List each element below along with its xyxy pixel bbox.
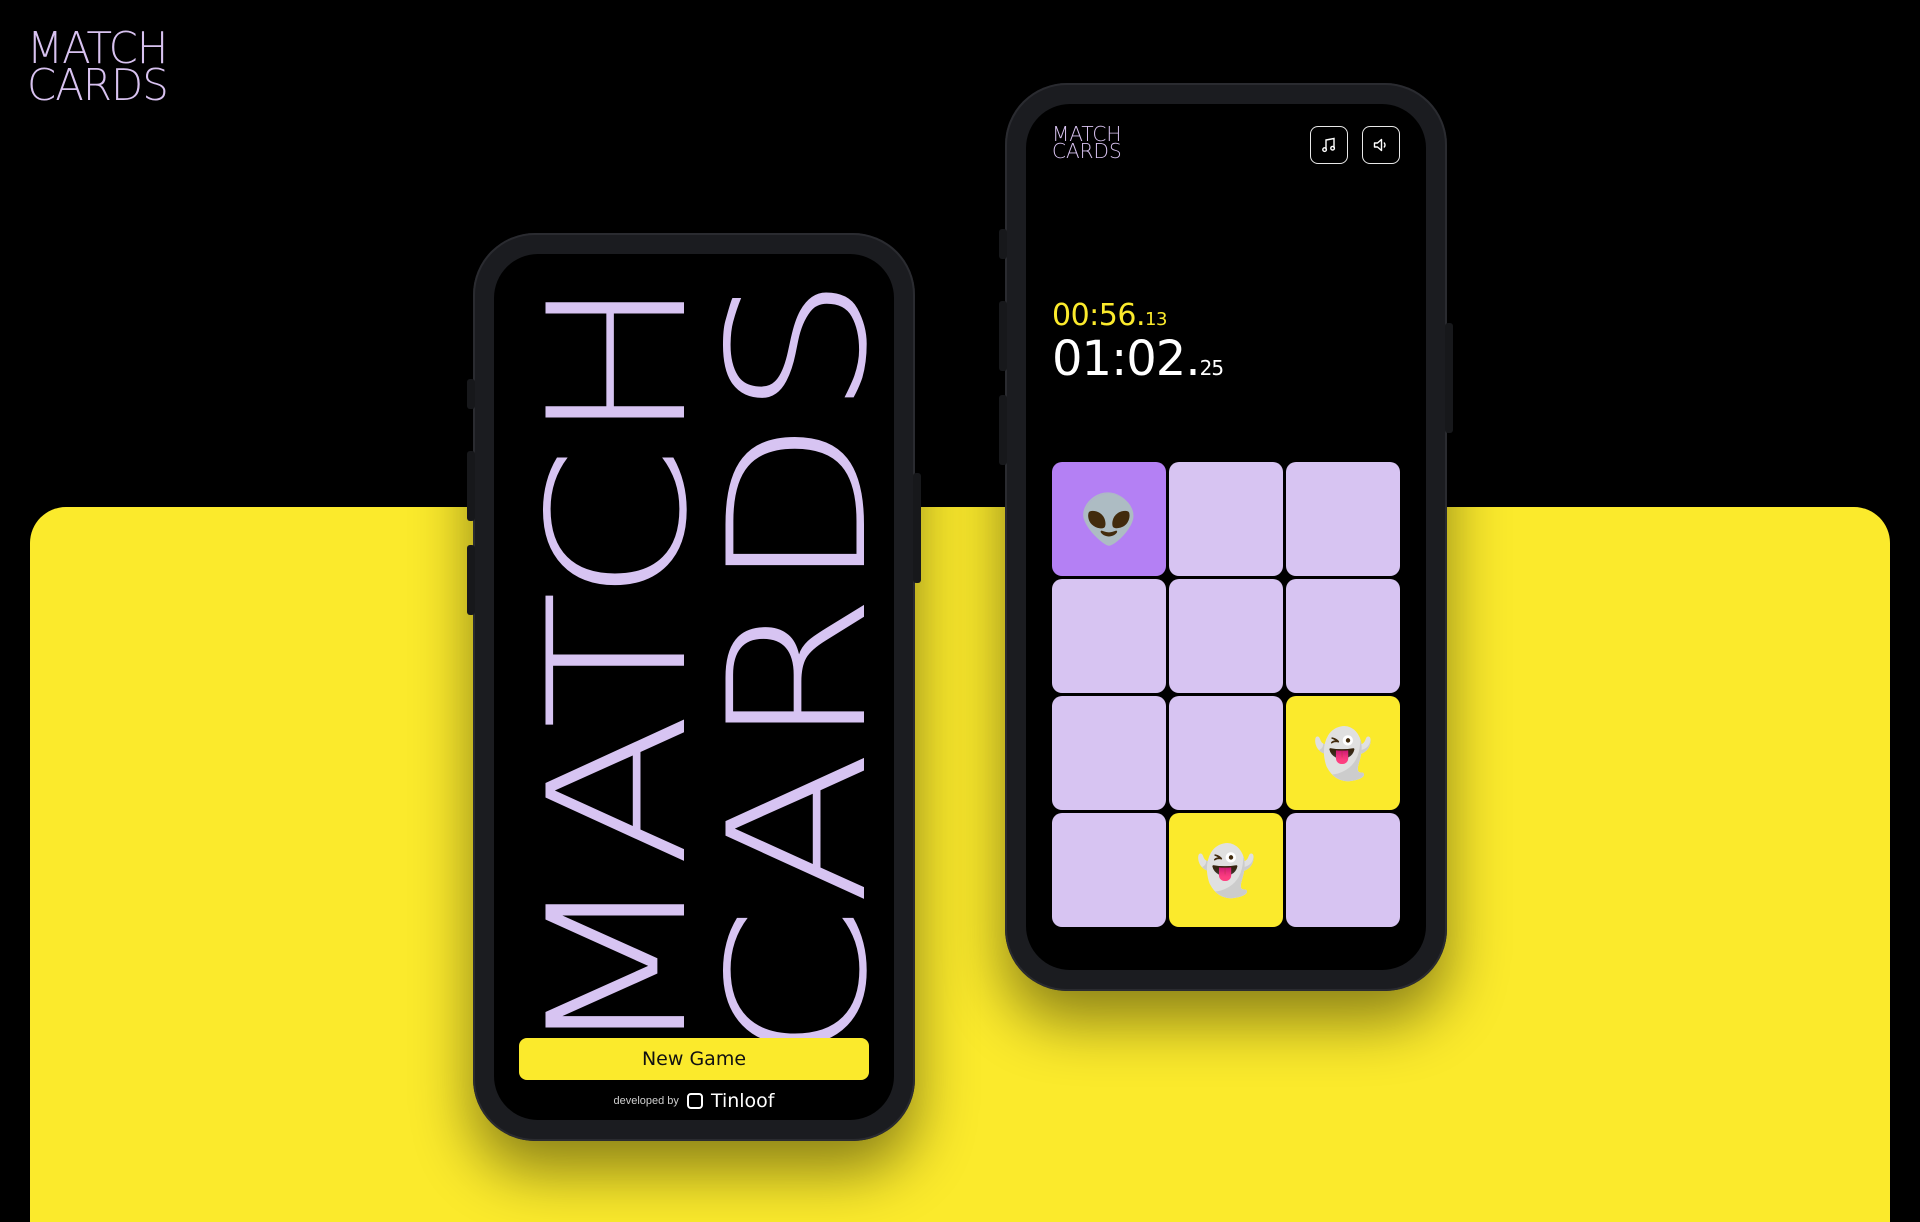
card-grid: 👽 👻 👻: [1052, 462, 1402, 932]
current-time-main: 01:02.: [1052, 331, 1201, 387]
title-screen: MATCH CARDS New Game developed by Tinloo…: [494, 254, 894, 1120]
best-time: 00:56.13: [1052, 298, 1167, 333]
card[interactable]: [1286, 462, 1400, 576]
game-logo-line2: CARDS: [1052, 139, 1122, 163]
card[interactable]: [1169, 579, 1283, 693]
sound-toggle-button[interactable]: [1362, 126, 1400, 164]
developer-credit[interactable]: developed by Tinloof: [494, 1087, 894, 1115]
card[interactable]: 👻: [1286, 696, 1400, 810]
phone-volume-down-button: [467, 545, 475, 615]
music-note-icon: [1322, 137, 1336, 153]
phone-volume-up-button: [999, 301, 1007, 371]
yellow-backdrop: [30, 507, 1890, 1222]
best-time-fraction: 13: [1145, 309, 1167, 330]
card[interactable]: 👻: [1169, 813, 1283, 927]
phone-game-screen: MATCH CARDS 00:56.13 01:02.25 👽 👻 👻: [999, 83, 1453, 991]
brand-logo-line2: CARDS: [27, 60, 169, 111]
card[interactable]: [1286, 813, 1400, 927]
vertical-title: MATCH CARDS: [508, 274, 894, 1064]
phone-side-button: [999, 229, 1007, 259]
card-emoji: 👻: [1196, 844, 1256, 898]
card-emoji: 👻: [1313, 727, 1373, 781]
card[interactable]: [1052, 579, 1166, 693]
tinloof-logo-icon: [686, 1093, 703, 1109]
card[interactable]: 👽: [1052, 462, 1166, 576]
developed-by-label: developed by: [613, 1095, 679, 1107]
card[interactable]: [1169, 462, 1283, 576]
phone-volume-up-button: [467, 451, 475, 521]
brand-logo: MATCH CARDS: [27, 27, 169, 111]
game-logo: MATCH CARDS: [1052, 124, 1122, 163]
card[interactable]: [1052, 696, 1166, 810]
phone-volume-down-button: [999, 395, 1007, 465]
phone-power-button: [913, 473, 921, 583]
title-word-cards: CARDS: [688, 274, 894, 1064]
developer-name[interactable]: Tinloof: [711, 1090, 775, 1112]
current-time: 01:02.25: [1052, 331, 1224, 387]
phone-side-button: [467, 379, 475, 409]
card[interactable]: [1052, 813, 1166, 927]
speaker-icon: [1373, 138, 1386, 152]
best-time-main: 00:56.: [1052, 298, 1146, 333]
current-time-fraction: 25: [1199, 356, 1224, 380]
game-screen: MATCH CARDS 00:56.13 01:02.25 👽 👻 👻: [1026, 104, 1426, 970]
music-toggle-button[interactable]: [1310, 126, 1348, 164]
card-emoji: 👽: [1079, 493, 1139, 547]
card[interactable]: [1169, 696, 1283, 810]
card[interactable]: [1286, 579, 1400, 693]
phone-title-screen: MATCH CARDS New Game developed by Tinloo…: [467, 233, 921, 1141]
phone-power-button: [1445, 323, 1453, 433]
new-game-button[interactable]: New Game: [519, 1038, 869, 1080]
